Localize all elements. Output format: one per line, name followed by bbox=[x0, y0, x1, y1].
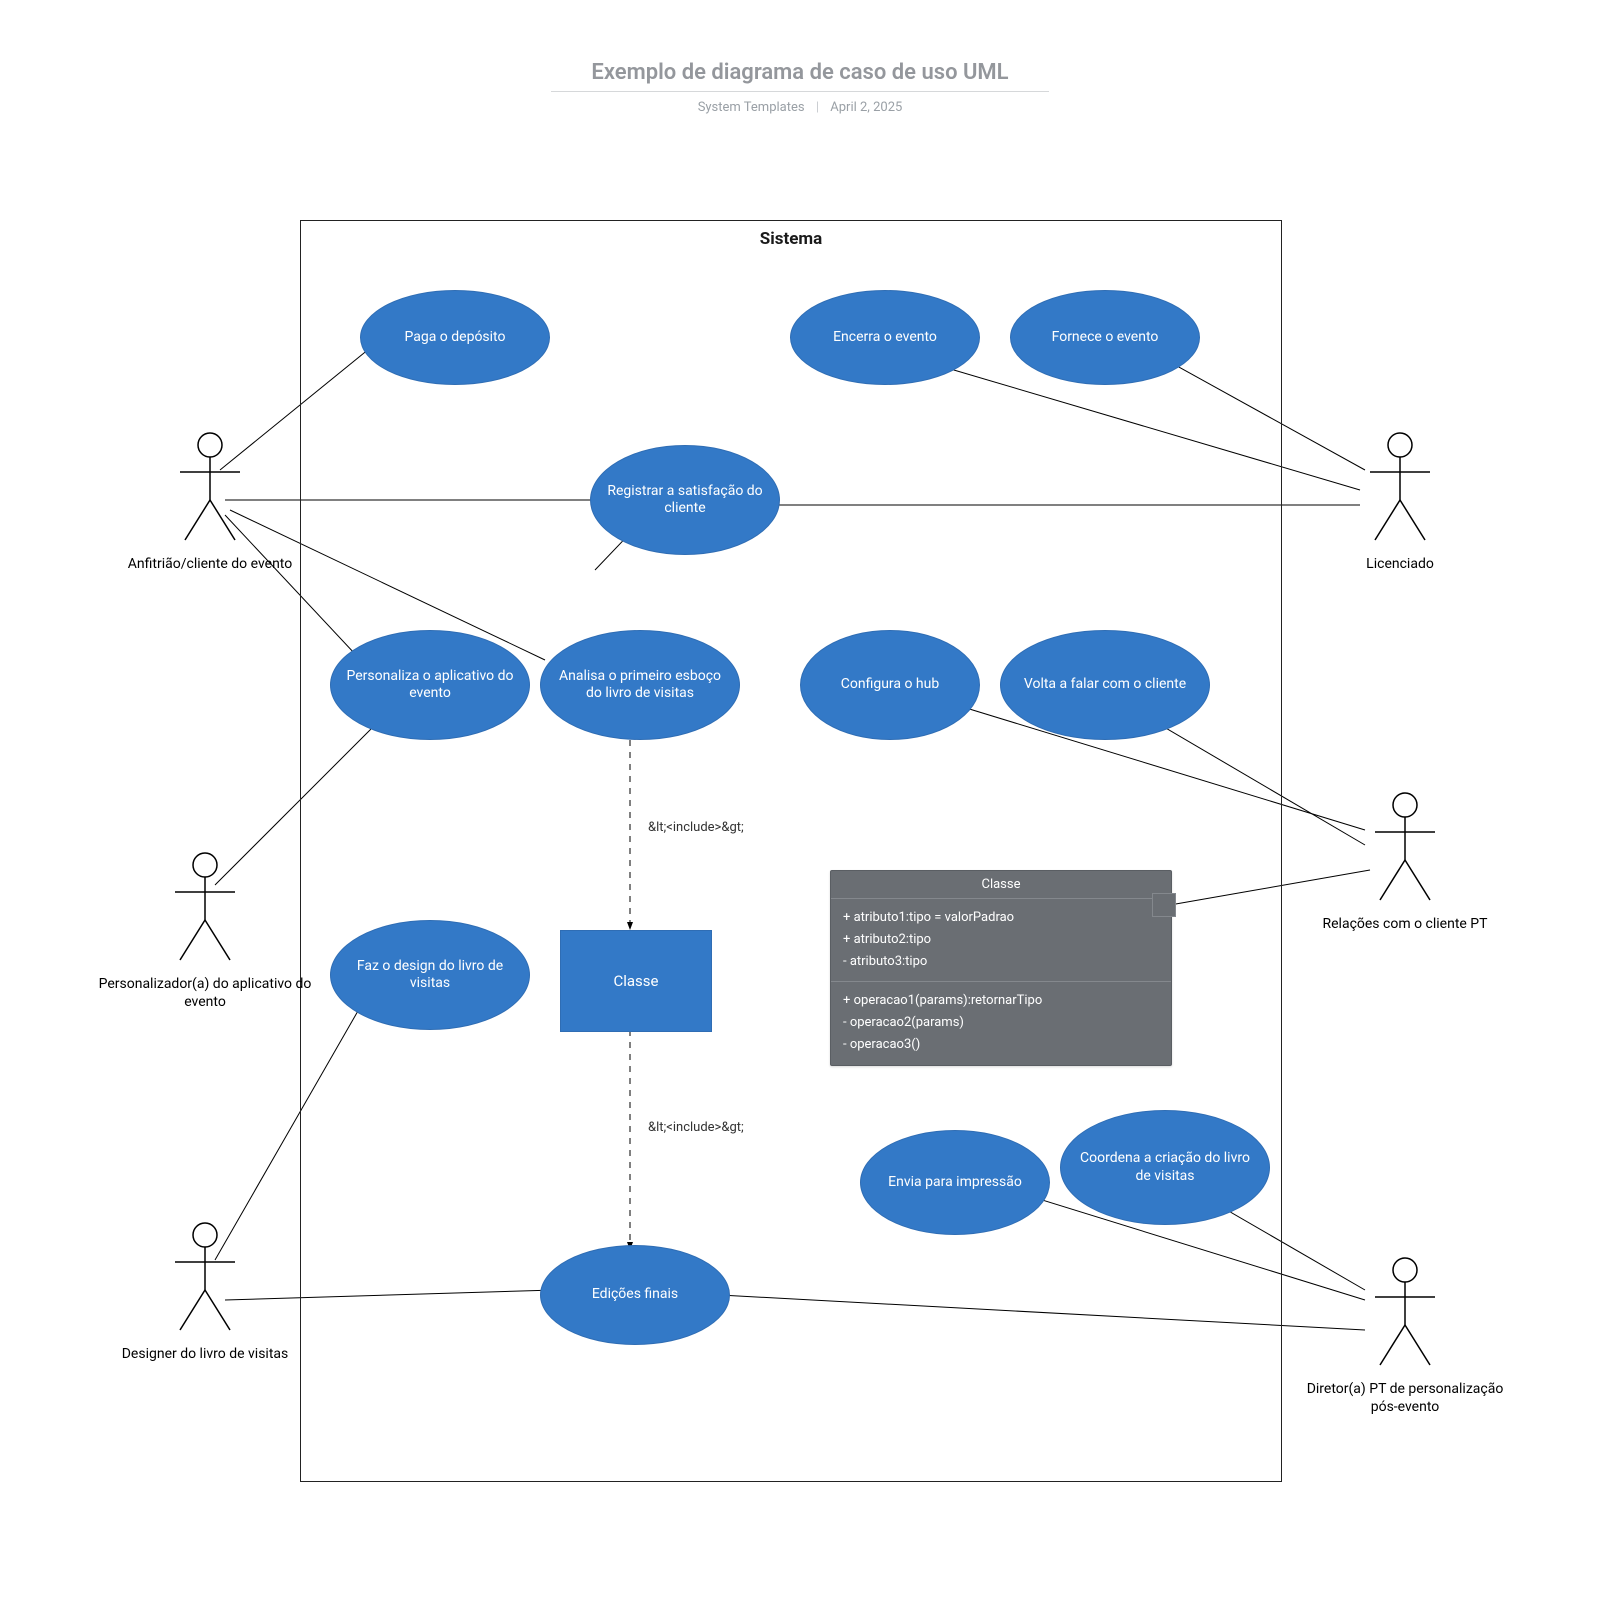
actor-crpt[interactable]: Relações com o cliente PT bbox=[1300, 790, 1510, 934]
usecase-followup[interactable]: Volta a falar com o cliente bbox=[1000, 630, 1210, 740]
actor-director[interactable]: Diretor(a) PT de personalização pós-even… bbox=[1300, 1255, 1510, 1416]
class-op: - operacao2(params) bbox=[843, 1012, 1159, 1034]
actor-label: Personalizador(a) do aplicativo do event… bbox=[90, 976, 320, 1011]
system-label: Sistema bbox=[301, 229, 1281, 249]
diagram-meta: System Templates | April 2, 2025 bbox=[0, 100, 1600, 115]
header: Exemplo de diagrama de caso de uso UML S… bbox=[0, 60, 1600, 115]
class-op: - operacao3() bbox=[843, 1034, 1159, 1056]
class-card-title: Classe bbox=[831, 871, 1171, 899]
usecase-confighub[interactable]: Configura o hub bbox=[800, 630, 980, 740]
usecase-personalize[interactable]: Personaliza o aplicativo do evento bbox=[330, 630, 530, 740]
usecase-label: Coordena a criação do livro de visitas bbox=[1071, 1150, 1259, 1185]
usecase-deposit[interactable]: Paga o depósito bbox=[360, 290, 550, 385]
include-label-1: &lt;<include>&gt; bbox=[648, 820, 744, 835]
usecase-label: Volta a falar com o cliente bbox=[1024, 676, 1186, 694]
actor-icon bbox=[175, 430, 245, 550]
usecase-label: Personaliza o aplicativo do evento bbox=[341, 668, 519, 703]
class-box[interactable]: Classe bbox=[560, 930, 712, 1032]
meta-separator: | bbox=[816, 100, 819, 115]
actor-label: Diretor(a) PT de personalização pós-even… bbox=[1300, 1381, 1510, 1416]
usecase-final[interactable]: Edições finais bbox=[540, 1245, 730, 1345]
actor-icon bbox=[1370, 790, 1440, 910]
usecase-label: Configura o hub bbox=[841, 676, 939, 694]
diagram-canvas: Exemplo de diagrama de caso de uso UML S… bbox=[0, 0, 1600, 1600]
class-card-tab bbox=[1152, 893, 1176, 917]
system-boundary: Sistema bbox=[300, 220, 1282, 1482]
usecase-label: Registrar a satisfação do cliente bbox=[601, 483, 769, 518]
actor-label: Relações com o cliente PT bbox=[1300, 916, 1510, 934]
usecase-register[interactable]: Registrar a satisfação do cliente bbox=[590, 445, 780, 555]
usecase-sendprint[interactable]: Envia para impressão bbox=[860, 1130, 1050, 1235]
usecase-provides[interactable]: Fornece o evento bbox=[1010, 290, 1200, 385]
actor-icon bbox=[170, 850, 240, 970]
include-label-2: &lt;<include>&gt; bbox=[648, 1120, 744, 1135]
class-attr: - atributo3:tipo bbox=[843, 951, 1159, 973]
actor-host[interactable]: Anfitrião/cliente do evento bbox=[110, 430, 310, 574]
actor-label: Anfitrião/cliente do evento bbox=[110, 556, 310, 574]
class-op: + operacao1(params):retornarTipo bbox=[843, 990, 1159, 1012]
class-box-label: Classe bbox=[613, 972, 658, 990]
class-attr: + atributo1:tipo = valorPadrao bbox=[843, 907, 1159, 929]
usecase-closes[interactable]: Encerra o evento bbox=[790, 290, 980, 385]
usecase-label: Encerra o evento bbox=[833, 329, 937, 347]
actor-licensee[interactable]: Licenciado bbox=[1315, 430, 1485, 574]
actor-designer[interactable]: Designer do livro de visitas bbox=[95, 1220, 315, 1364]
usecase-design[interactable]: Faz o design do livro de visitas bbox=[330, 920, 530, 1030]
actor-icon bbox=[170, 1220, 240, 1340]
class-card[interactable]: Classe + atributo1:tipo = valorPadrao + … bbox=[830, 870, 1172, 1066]
usecase-label: Paga o depósito bbox=[404, 329, 505, 347]
usecase-analyze[interactable]: Analisa o primeiro esboço do livro de vi… bbox=[540, 630, 740, 740]
usecase-label: Faz o design do livro de visitas bbox=[341, 958, 519, 993]
usecase-label: Envia para impressão bbox=[888, 1174, 1022, 1192]
usecase-coord[interactable]: Coordena a criação do livro de visitas bbox=[1060, 1110, 1270, 1225]
class-attr: + atributo2:tipo bbox=[843, 929, 1159, 951]
date: April 2, 2025 bbox=[830, 100, 902, 115]
usecase-label: Fornece o evento bbox=[1052, 329, 1159, 347]
diagram-title: Exemplo de diagrama de caso de uso UML bbox=[551, 60, 1048, 92]
actor-customizer[interactable]: Personalizador(a) do aplicativo do event… bbox=[90, 850, 320, 1011]
class-card-ops: + operacao1(params):retornarTipo - opera… bbox=[831, 982, 1171, 1064]
class-card-attrs: + atributo1:tipo = valorPadrao + atribut… bbox=[831, 899, 1171, 982]
actor-label: Licenciado bbox=[1315, 556, 1485, 574]
usecase-label: Analisa o primeiro esboço do livro de vi… bbox=[551, 668, 729, 703]
author: System Templates bbox=[698, 100, 805, 115]
actor-icon bbox=[1370, 1255, 1440, 1375]
actor-label: Designer do livro de visitas bbox=[95, 1346, 315, 1364]
actor-icon bbox=[1365, 430, 1435, 550]
usecase-label: Edições finais bbox=[592, 1286, 678, 1304]
